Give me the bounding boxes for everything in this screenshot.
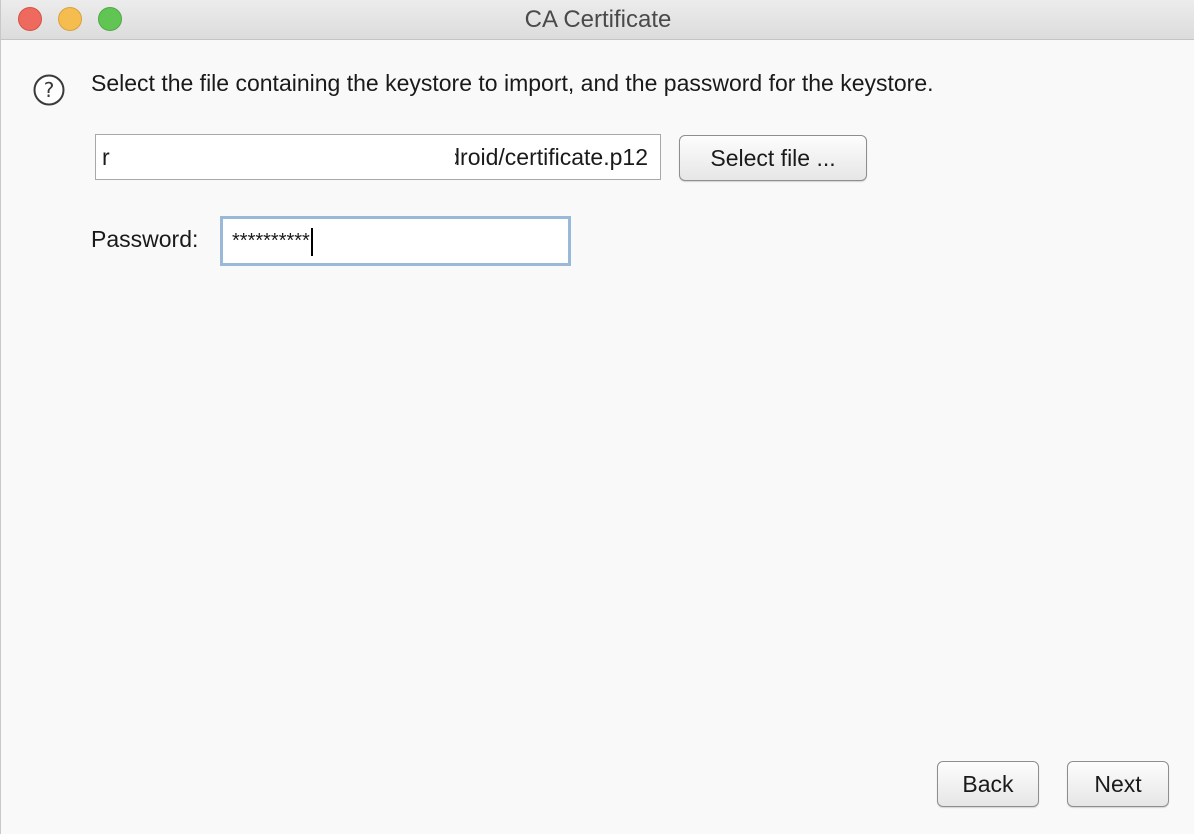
window-title: CA Certificate bbox=[524, 6, 672, 33]
next-button[interactable]: Next bbox=[1067, 761, 1169, 807]
svg-text:?: ? bbox=[44, 78, 55, 102]
select-file-button[interactable]: Select file ... bbox=[679, 135, 867, 181]
file-path-value-start: r bbox=[102, 144, 110, 170]
title-bar[interactable]: CA Certificate bbox=[1, 0, 1194, 40]
file-path-redaction bbox=[110, 137, 455, 177]
instruction-text: Select the file containing the keystore … bbox=[91, 70, 934, 96]
help-question-icon: ? bbox=[33, 74, 65, 106]
password-value-wrapper: ********** bbox=[232, 219, 313, 263]
dialog-window: CA Certificate ? Select the file contain… bbox=[0, 0, 1194, 834]
back-button[interactable]: Back bbox=[937, 761, 1039, 807]
text-caret bbox=[310, 227, 313, 256]
keystore-file-path-field[interactable]: n/android/certificate.p12 r bbox=[95, 134, 661, 180]
password-value: ********** bbox=[232, 230, 310, 252]
dialog-content: ? Select the file containing the keystor… bbox=[1, 40, 1194, 834]
password-label: Password: bbox=[91, 226, 199, 252]
password-field[interactable]: ********** bbox=[220, 216, 571, 266]
